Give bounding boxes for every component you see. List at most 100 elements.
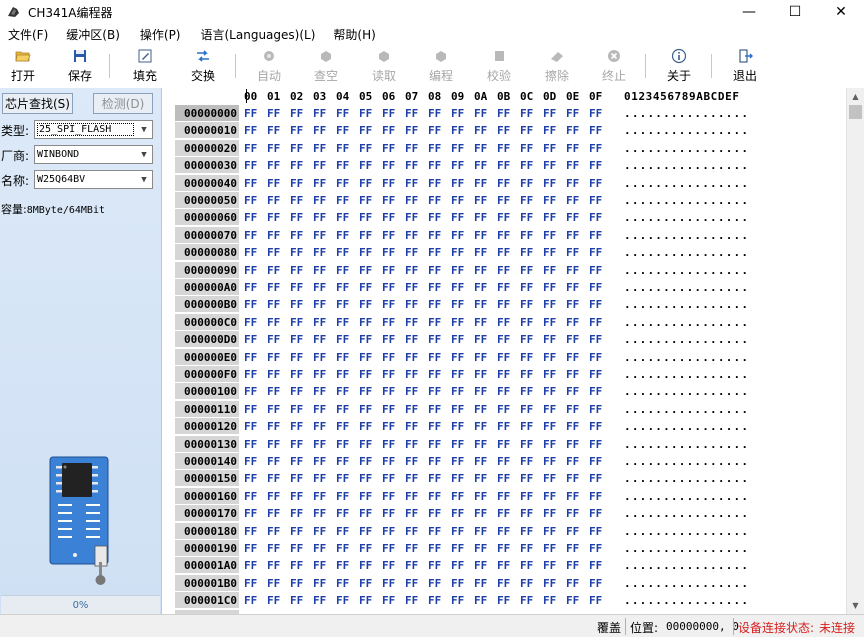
hex-byte[interactable]: FF [520, 227, 533, 244]
hex-row[interactable]: 00000160 FF FF FF FF FF FF FF FF FF FF FF FF FF FF FF FF… [165, 487, 846, 505]
hex-byte[interactable]: FF [428, 523, 441, 540]
hex-byte[interactable]: FF [290, 349, 303, 366]
hex-byte[interactable]: FF [451, 366, 464, 383]
minimize-button[interactable]: — [726, 0, 772, 24]
hex-byte[interactable]: FF [589, 209, 602, 226]
hex-byte[interactable]: FF [543, 592, 556, 609]
hex-byte[interactable]: FF [359, 383, 372, 400]
hex-byte[interactable]: FF [474, 349, 487, 366]
hex-byte[interactable]: FF [359, 262, 372, 279]
hex-byte[interactable]: FF [359, 523, 372, 540]
hex-byte[interactable]: FF [313, 122, 326, 139]
hex-byte[interactable]: FF [589, 575, 602, 592]
hex-byte[interactable]: FF [382, 314, 395, 331]
hex-byte[interactable]: FF [497, 175, 510, 192]
hex-byte[interactable]: FF [497, 262, 510, 279]
scroll-thumb[interactable] [849, 105, 862, 119]
hex-byte[interactable]: FF [543, 314, 556, 331]
hex-byte[interactable]: FF [290, 209, 303, 226]
hex-byte[interactable]: FF [474, 262, 487, 279]
hex-byte[interactable]: FF [267, 105, 280, 122]
hex-byte[interactable]: FF [428, 192, 441, 209]
hex-byte[interactable]: FF [589, 140, 602, 157]
hex-byte[interactable]: FF [359, 175, 372, 192]
hex-row[interactable]: 00000130 FF FF FF FF FF FF FF FF FF FF FF FF FF FF FF FF… [165, 435, 846, 453]
hex-byte[interactable]: FF [543, 262, 556, 279]
hex-byte[interactable]: FF [336, 175, 349, 192]
hex-row[interactable]: 000000F0 FF FF FF FF FF FF FF FF FF FF FF FF FF FF FF FF… [165, 366, 846, 383]
hex-byte[interactable]: FF [359, 227, 372, 244]
hex-byte[interactable]: FF [405, 540, 418, 557]
hex-byte[interactable]: FF [382, 540, 395, 557]
hex-byte[interactable]: FF [290, 192, 303, 209]
hex-byte[interactable]: FF [382, 227, 395, 244]
hex-byte[interactable]: FF [474, 366, 487, 383]
hex-byte[interactable]: FF [267, 383, 280, 400]
hex-byte[interactable]: FF [313, 523, 326, 540]
hex-byte[interactable]: FF [267, 314, 280, 331]
scroll-down-icon[interactable]: ▼ [847, 597, 864, 614]
hex-byte[interactable]: FF [566, 523, 579, 540]
hex-byte[interactable]: FF [543, 540, 556, 557]
hex-byte[interactable]: FF [520, 401, 533, 418]
hex-byte[interactable]: FF [520, 262, 533, 279]
hex-byte[interactable]: FF [313, 453, 326, 470]
hex-byte[interactable]: FF [451, 227, 464, 244]
hex-byte[interactable]: FF [520, 488, 533, 505]
about-button[interactable]: 关于 [659, 46, 699, 86]
hex-byte[interactable]: FF [566, 296, 579, 313]
hex-byte[interactable]: FF [405, 523, 418, 540]
hex-byte[interactable]: FF [497, 140, 510, 157]
hex-byte[interactable]: FF [474, 175, 487, 192]
hex-byte[interactable]: FF [267, 331, 280, 348]
hex-byte[interactable]: FF [589, 227, 602, 244]
hex-byte[interactable]: FF [497, 209, 510, 226]
hex-byte[interactable]: FF [543, 331, 556, 348]
hex-byte[interactable]: FF [451, 488, 464, 505]
hex-byte[interactable]: FF [520, 557, 533, 574]
hex-byte[interactable]: FF [428, 262, 441, 279]
hex-byte[interactable]: FF [474, 227, 487, 244]
hex-byte[interactable]: FF [428, 279, 441, 296]
hex-byte[interactable]: FF [382, 209, 395, 226]
hex-byte[interactable]: FF [405, 592, 418, 609]
vendor-select[interactable]: WINBOND ▼ [34, 145, 153, 164]
hex-byte[interactable]: FF [405, 227, 418, 244]
hex-byte[interactable]: FF [566, 418, 579, 435]
hex-byte[interactable]: FF [290, 592, 303, 609]
hex-byte[interactable]: FF [566, 157, 579, 174]
hex-byte[interactable]: FF [474, 557, 487, 574]
hex-byte[interactable]: FF [543, 401, 556, 418]
hex-byte[interactable]: FF [359, 470, 372, 487]
hex-byte[interactable]: FF [244, 175, 257, 192]
hex-byte[interactable]: FF [313, 557, 326, 574]
hex-byte[interactable]: FF [497, 470, 510, 487]
hex-byte[interactable]: FF [589, 122, 602, 139]
hex-byte[interactable]: FF [428, 592, 441, 609]
hex-byte[interactable]: FF [336, 209, 349, 226]
hex-byte[interactable]: FF [566, 540, 579, 557]
hex-byte[interactable]: FF [474, 540, 487, 557]
hex-byte[interactable]: FF [474, 157, 487, 174]
hex-byte[interactable]: FF [589, 366, 602, 383]
hex-byte[interactable]: FF [520, 523, 533, 540]
hex-byte[interactable]: FF [497, 122, 510, 139]
hex-byte[interactable]: FF [405, 383, 418, 400]
hex-byte[interactable]: FF [428, 366, 441, 383]
hex-byte[interactable]: FF [290, 383, 303, 400]
hex-byte[interactable]: FF [543, 453, 556, 470]
hex-byte[interactable]: FF [359, 488, 372, 505]
hex-byte[interactable]: FF [382, 505, 395, 522]
hex-byte[interactable]: FF [382, 175, 395, 192]
hex-byte[interactable]: FF [267, 366, 280, 383]
hex-byte[interactable]: FF [313, 209, 326, 226]
hex-byte[interactable]: FF [290, 105, 303, 122]
hex-byte[interactable]: FF [244, 523, 257, 540]
hex-byte[interactable]: FF [405, 175, 418, 192]
hex-byte[interactable]: FF [290, 175, 303, 192]
exit-button[interactable]: 退出 [725, 46, 765, 86]
hex-byte[interactable]: FF [336, 540, 349, 557]
hex-byte[interactable]: FF [382, 279, 395, 296]
hex-byte[interactable]: FF [336, 453, 349, 470]
hex-byte[interactable]: FF [405, 105, 418, 122]
